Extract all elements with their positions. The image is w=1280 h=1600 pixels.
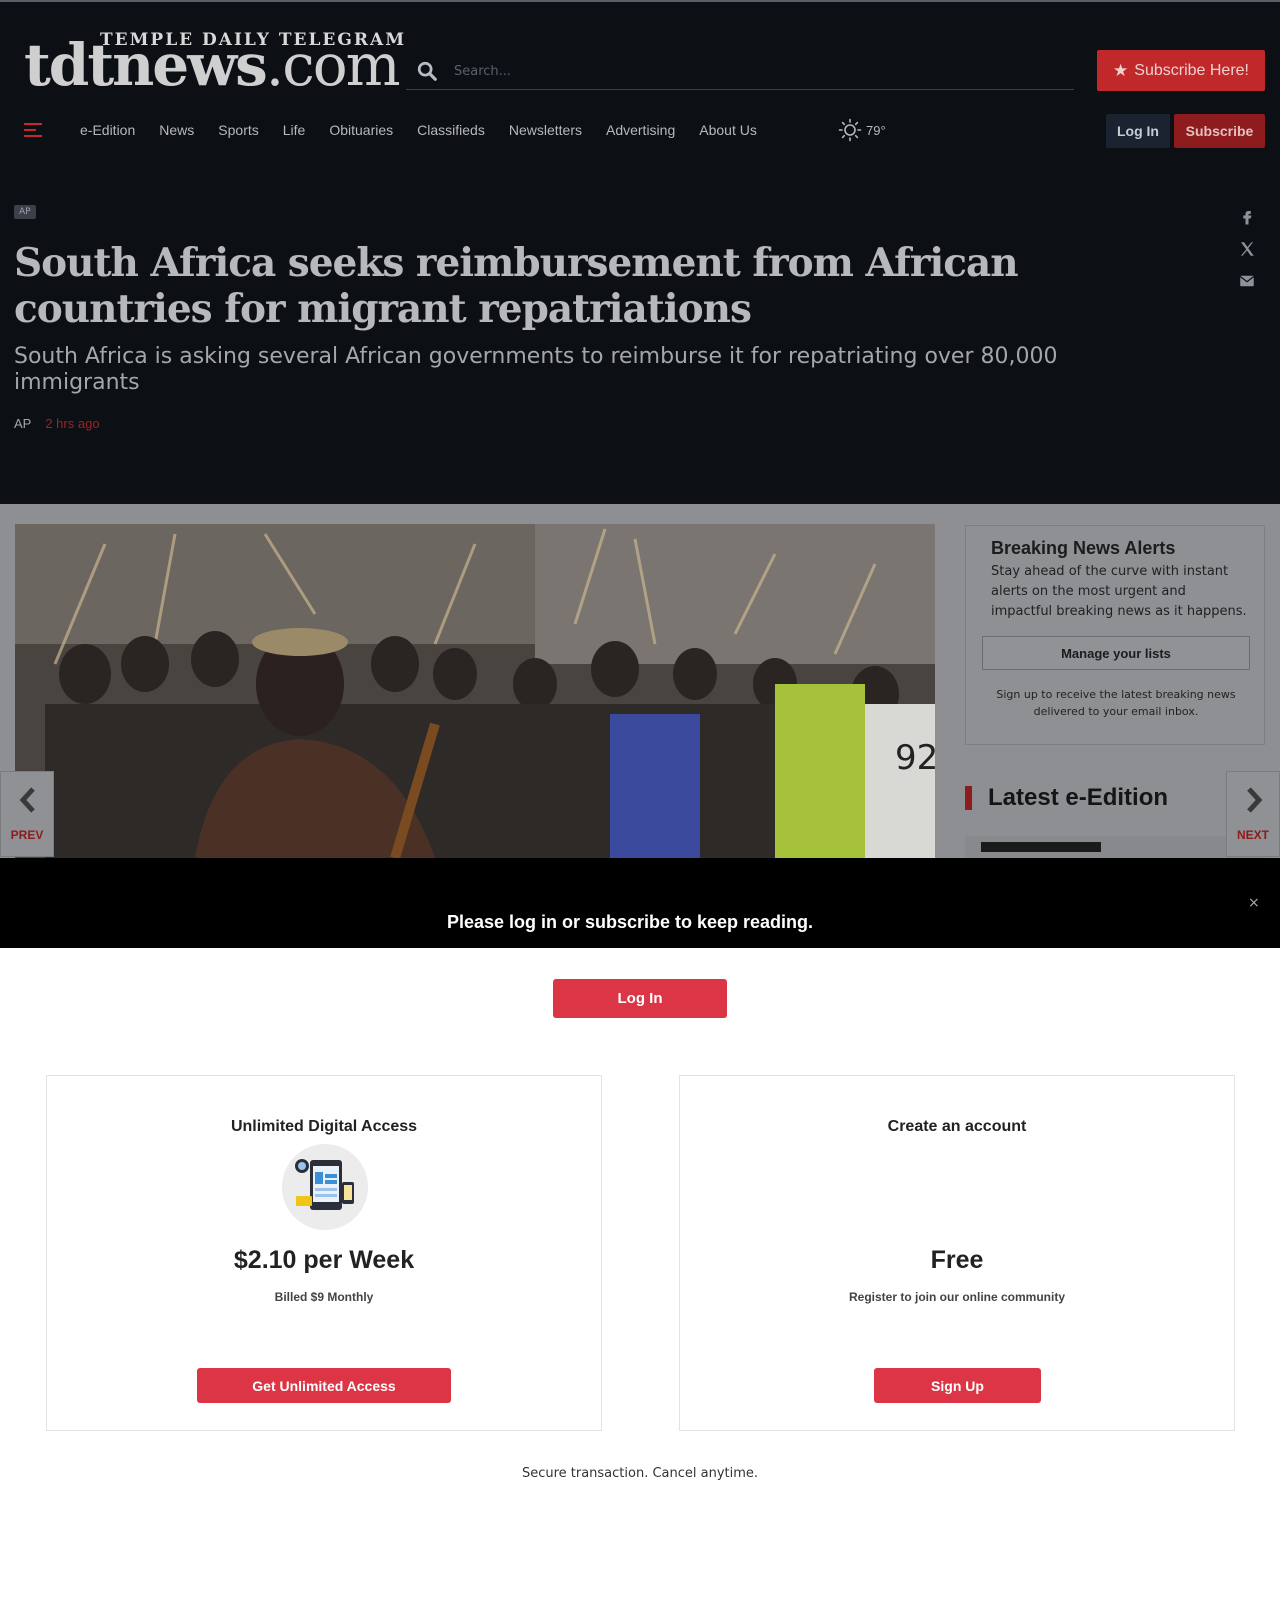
search-bar [406, 52, 1074, 90]
sign-up-button[interactable]: Sign Up [874, 1368, 1041, 1403]
hamburger-menu-icon[interactable] [24, 123, 42, 137]
nav-item-e-edition[interactable]: e-Edition [80, 122, 135, 138]
manage-lists-button[interactable]: Manage your lists [982, 636, 1250, 670]
nav-item-advertising[interactable]: Advertising [606, 122, 675, 138]
nav-item-obituaries[interactable]: Obituaries [329, 122, 393, 138]
site-logo[interactable]: TEMPLE DAILY TELEGRAM tdtnews.com [24, 28, 404, 96]
email-icon[interactable] [1238, 272, 1256, 290]
byline-time: 2 hrs ago [45, 416, 100, 431]
nav-item-news[interactable]: News [159, 122, 194, 138]
secure-transaction-note: Secure transaction. Cancel anytime. [521, 1466, 759, 1481]
svg-text:92: 92 [895, 738, 935, 778]
prev-article-button[interactable]: PREV [0, 771, 54, 857]
share-bar [1238, 208, 1258, 304]
breaking-news-alerts-card: Breaking News Alerts Stay ahead of the c… [965, 525, 1265, 745]
weather-widget[interactable]: 79° [838, 118, 886, 142]
weather-temp: 79° [866, 122, 886, 138]
alerts-description: Stay ahead of the curve with instant ale… [991, 564, 1247, 619]
next-label: NEXT [1236, 828, 1269, 842]
star-icon: ★ [1113, 60, 1129, 80]
main-nav: e-Edition News Sports Life Obituaries Classif… [0, 114, 1280, 148]
offer-billing: Billed $9 Monthly [274, 1290, 374, 1304]
nav-item-classifieds[interactable]: Classifieds [417, 122, 485, 138]
prev-label: PREV [10, 828, 44, 842]
alerts-note: Sign up to receive the latest breaking n… [996, 688, 1236, 718]
nav-item-life[interactable]: Life [283, 122, 306, 138]
nav-items: e-Edition News Sports Life Obituaries Classif… [68, 114, 769, 146]
article-byline: AP 2 hrs ago [14, 416, 100, 431]
offer-title: Unlimited Digital Access [230, 1118, 418, 1135]
offer-description: Register to join our online community [848, 1290, 1065, 1304]
chevron-right-icon [1247, 787, 1263, 813]
article-subheadline: South Africa is asking several African g… [14, 344, 1058, 395]
get-unlimited-access-button[interactable]: Get Unlimited Access [197, 1368, 451, 1403]
article-headline: South Africa seeks reimbursement from Af… [14, 240, 1019, 332]
search-icon[interactable] [416, 60, 438, 82]
search-input[interactable] [454, 58, 1054, 84]
offer-title: Create an account [887, 1118, 1027, 1135]
byline-author[interactable]: AP [14, 416, 31, 431]
offer-price: $2.10 per Week [233, 1246, 415, 1274]
paywall-message: Please log in or subscribe to keep readi… [446, 912, 814, 932]
nav-item-about-us[interactable]: About Us [699, 122, 757, 138]
devices-icon [282, 1144, 368, 1230]
next-article-button[interactable]: NEXT [1226, 771, 1280, 857]
eedition-thumbnail[interactable] [965, 836, 1265, 858]
chevron-left-icon [19, 787, 35, 813]
header-subscribe-button[interactable]: Subscribe [1174, 114, 1265, 148]
header-login-button[interactable]: Log In [1106, 114, 1170, 148]
facebook-icon[interactable] [1238, 208, 1256, 226]
offer-price: Free [930, 1246, 984, 1274]
paywall-banner [0, 858, 1280, 948]
article-source-tag[interactable]: AP [14, 205, 36, 219]
offer-card-account: Create an account Free Register to join … [679, 1075, 1235, 1431]
logo-wordmark: tdtnews.com [24, 31, 401, 99]
site-header: TEMPLE DAILY TELEGRAM tdtnews.com ★ Subs… [0, 0, 1280, 504]
alerts-title: Breaking News Alerts [991, 538, 1176, 558]
sun-icon [838, 118, 862, 142]
logo-main-text: tdtnews [24, 31, 268, 99]
photo-illustration: 92 [15, 524, 935, 858]
x-twitter-icon[interactable] [1238, 240, 1256, 258]
nav-item-sports[interactable]: Sports [218, 122, 258, 138]
article-photo[interactable]: 92 [15, 524, 935, 858]
offer-card-digital: Unlimited Digital Access $2.10 per Week … [46, 1075, 602, 1431]
nav-item-newsletters[interactable]: Newsletters [509, 122, 582, 138]
subscribe-here-button[interactable]: ★ Subscribe Here! [1097, 50, 1265, 91]
subscribe-here-label: Subscribe Here! [1134, 61, 1249, 79]
paywall-login-button[interactable]: Log In [553, 979, 727, 1018]
logo-suffix-text: .com [265, 31, 401, 99]
latest-eedition-heading: Latest e-Edition [965, 786, 1168, 810]
close-icon[interactable]: × [1248, 895, 1260, 911]
